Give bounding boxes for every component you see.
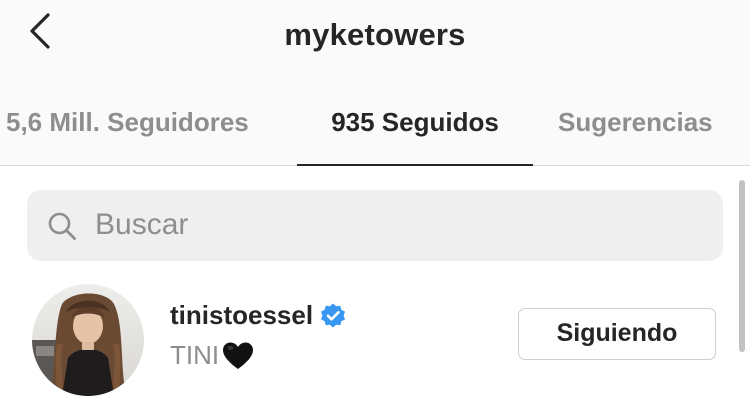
fullname-line: TINI: [170, 340, 255, 371]
search-input[interactable]: [95, 202, 695, 248]
verified-badge-icon: [321, 303, 346, 327]
full-name: TINI: [170, 340, 220, 370]
following-list-panel: tinistoessel TINI Siguiendo: [0, 166, 750, 409]
tab-suggestions[interactable]: Sugerencias: [558, 107, 713, 138]
list-item[interactable]: tinistoessel TINI Siguiendo: [0, 278, 750, 409]
header-bar: myketowers: [0, 0, 750, 72]
black-heart-icon: [223, 342, 254, 369]
avatar[interactable]: [32, 284, 144, 396]
username-line[interactable]: tinistoessel: [170, 300, 347, 331]
profile-username-title: myketowers: [284, 17, 466, 52]
tab-bar: 5,6 Mill. Seguidores 935 Seguidos Sugere…: [0, 95, 750, 165]
search-icon: [48, 212, 76, 240]
following-button[interactable]: Siguiendo: [518, 308, 716, 360]
scrollbar[interactable]: [739, 180, 745, 352]
search-bar[interactable]: [27, 190, 723, 261]
username[interactable]: tinistoessel: [170, 300, 313, 331]
